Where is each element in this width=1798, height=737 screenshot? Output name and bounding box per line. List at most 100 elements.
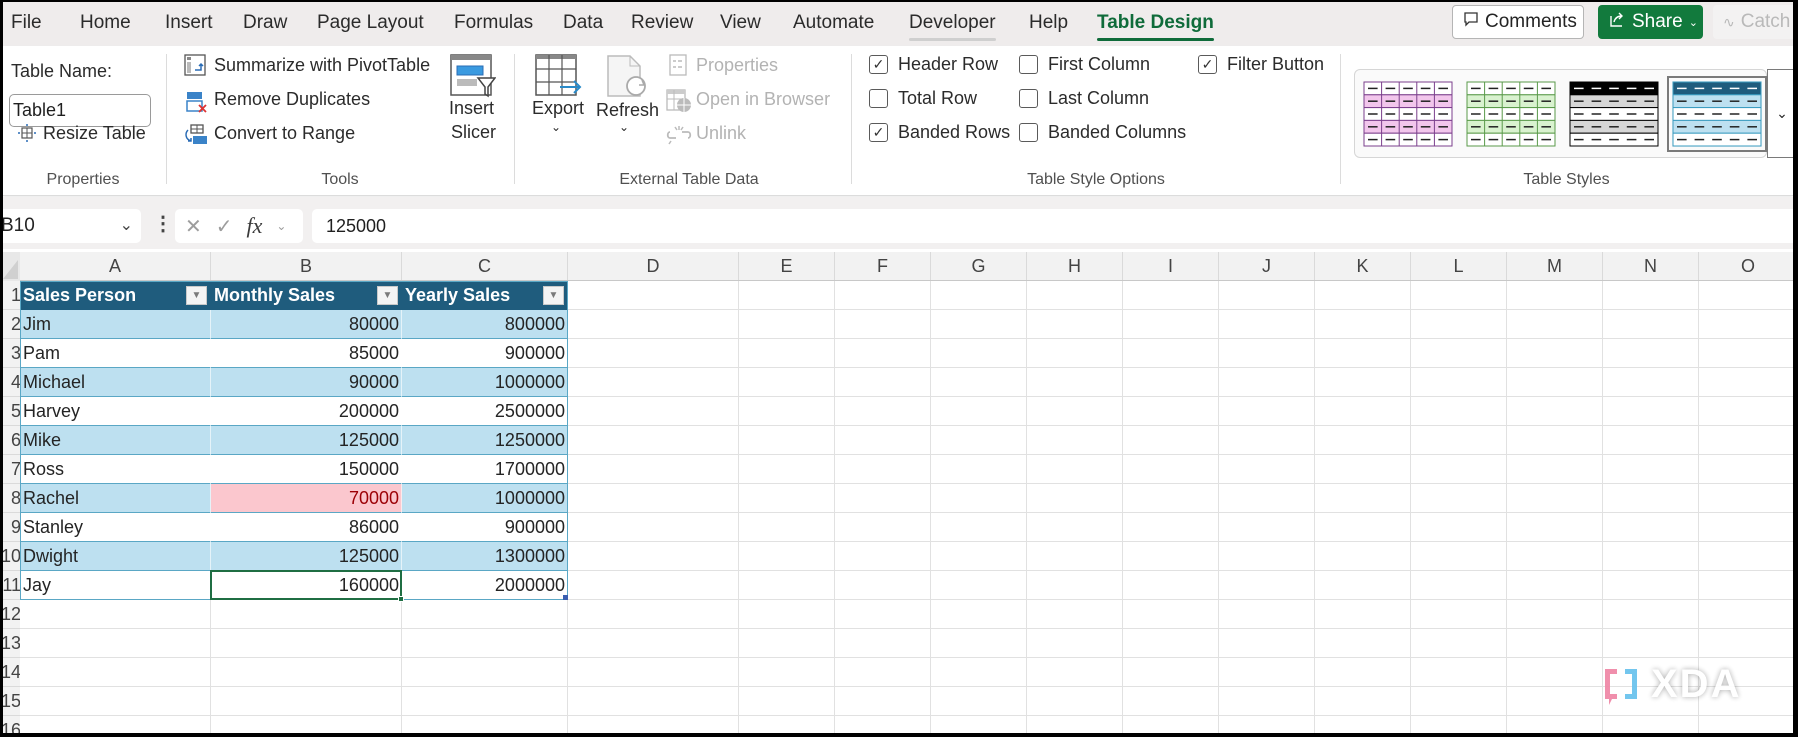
- formula-input[interactable]: 125000: [312, 209, 1793, 243]
- table-cell[interactable]: 900000: [402, 513, 568, 542]
- column-header-n[interactable]: N: [1603, 252, 1699, 280]
- table-style-black[interactable]: [1569, 81, 1659, 147]
- comments-button[interactable]: Comments: [1452, 5, 1584, 39]
- table-cell[interactable]: 1700000: [402, 455, 568, 484]
- total-row-checkbox[interactable]: Total Row: [869, 88, 977, 109]
- tab-draw[interactable]: Draw: [243, 12, 287, 34]
- table-cell[interactable]: 800000: [402, 310, 568, 339]
- table-style-purple[interactable]: [1363, 81, 1453, 147]
- tab-insert[interactable]: Insert: [165, 12, 213, 34]
- tab-review[interactable]: Review: [631, 12, 693, 34]
- filter-dropdown-icon[interactable]: ▼: [186, 286, 207, 305]
- table-cell[interactable]: Ross: [20, 455, 211, 484]
- table-cell[interactable]: 150000: [211, 455, 402, 484]
- chevron-down-icon[interactable]: ⌄: [120, 215, 133, 235]
- column-header-c[interactable]: C: [402, 252, 568, 280]
- tab-home[interactable]: Home: [80, 12, 131, 34]
- column-header-a[interactable]: A: [20, 252, 211, 280]
- table-header-cell[interactable]: Sales Person: [20, 281, 211, 310]
- gallery-more-button[interactable]: ⌄: [1767, 69, 1793, 158]
- table-resize-handle[interactable]: [563, 595, 568, 600]
- table-style-blue-selected[interactable]: [1667, 76, 1767, 152]
- table-cell[interactable]: Mike: [20, 426, 211, 455]
- first-column-checkbox[interactable]: First Column: [1019, 54, 1150, 75]
- table-style-green[interactable]: [1466, 81, 1556, 147]
- select-all-corner[interactable]: [3, 252, 20, 281]
- table-header-cell[interactable]: Monthly Sales: [211, 281, 402, 310]
- tab-developer[interactable]: Developer: [909, 12, 996, 41]
- table-cell[interactable]: 90000: [211, 368, 402, 397]
- column-header-i[interactable]: I: [1123, 252, 1219, 280]
- table-cell[interactable]: Jim: [20, 310, 211, 339]
- table-cell[interactable]: Harvey: [20, 397, 211, 426]
- table-cell[interactable]: 86000: [211, 513, 402, 542]
- spreadsheet-grid[interactable]: ABCDEFGHIJKLMNO Sales Person ▼ Monthly Sal…: [3, 252, 1793, 733]
- tab-formulas[interactable]: Formulas: [454, 12, 533, 34]
- column-header-g[interactable]: G: [931, 252, 1027, 280]
- enter-check-icon[interactable]: ✓: [216, 214, 233, 239]
- tab-help[interactable]: Help: [1029, 12, 1068, 34]
- catch-up-button[interactable]: ∿ Catch: [1713, 5, 1793, 39]
- row-header-15[interactable]: 15: [3, 687, 20, 716]
- header-row-checkbox[interactable]: ✓ Header Row: [869, 54, 998, 75]
- row-header-10[interactable]: 10: [3, 542, 20, 571]
- last-column-checkbox[interactable]: Last Column: [1019, 88, 1149, 109]
- share-button[interactable]: Share ⌄: [1598, 5, 1703, 39]
- table-cell[interactable]: 160000: [211, 571, 402, 600]
- table-cell[interactable]: Pam: [20, 339, 211, 368]
- table-cell[interactable]: 1000000: [402, 484, 568, 513]
- filter-button-checkbox[interactable]: ✓ Filter Button: [1198, 54, 1324, 75]
- row-header-4[interactable]: 4: [3, 368, 20, 397]
- table-cell[interactable]: 1250000: [402, 426, 568, 455]
- row-header-1[interactable]: 1: [3, 281, 20, 310]
- tab-automate[interactable]: Automate: [793, 12, 874, 34]
- cancel-icon[interactable]: ✕: [185, 214, 202, 239]
- table-cell[interactable]: Rachel: [20, 484, 211, 513]
- table-cell[interactable]: Michael: [20, 368, 211, 397]
- table-cell[interactable]: Jay: [20, 571, 211, 600]
- tab-view[interactable]: View: [720, 12, 761, 34]
- table-cell[interactable]: 85000: [211, 339, 402, 368]
- column-header-l[interactable]: L: [1411, 252, 1507, 280]
- tab-table-design[interactable]: Table Design: [1097, 12, 1214, 41]
- filter-dropdown-icon[interactable]: ▼: [377, 286, 398, 305]
- table-cell[interactable]: Stanley: [20, 513, 211, 542]
- table-cell[interactable]: 1000000: [402, 368, 568, 397]
- row-header-2[interactable]: 2: [3, 310, 20, 339]
- column-header-e[interactable]: E: [739, 252, 835, 280]
- column-header-d[interactable]: D: [568, 252, 739, 280]
- table-cell[interactable]: 125000: [211, 426, 402, 455]
- table-cell[interactable]: 2000000: [402, 571, 568, 600]
- row-header-11[interactable]: 11: [3, 571, 20, 600]
- row-header-3[interactable]: 3: [3, 339, 20, 368]
- tab-file[interactable]: File: [11, 12, 42, 34]
- row-header-7[interactable]: 7: [3, 455, 20, 484]
- column-header-j[interactable]: J: [1219, 252, 1315, 280]
- table-cell[interactable]: 1300000: [402, 542, 568, 571]
- table-cell[interactable]: 125000: [211, 542, 402, 571]
- column-header-f[interactable]: F: [835, 252, 931, 280]
- row-header-6[interactable]: 6: [3, 426, 20, 455]
- column-header-m[interactable]: M: [1507, 252, 1603, 280]
- row-header-16[interactable]: 16: [3, 716, 20, 733]
- column-header-k[interactable]: K: [1315, 252, 1411, 280]
- column-header-b[interactable]: B: [211, 252, 402, 280]
- table-cell[interactable]: 80000: [211, 310, 402, 339]
- row-header-9[interactable]: 9: [3, 513, 20, 542]
- table-cell[interactable]: 70000: [211, 484, 402, 513]
- banded-columns-checkbox[interactable]: Banded Columns: [1019, 122, 1186, 143]
- table-cell[interactable]: 2500000: [402, 397, 568, 426]
- row-header-8[interactable]: 8: [3, 484, 20, 513]
- row-header-5[interactable]: 5: [3, 397, 20, 426]
- row-header-14[interactable]: 14: [3, 658, 20, 687]
- row-header-12[interactable]: 12: [3, 600, 20, 629]
- chevron-down-icon[interactable]: ⌄: [276, 219, 286, 233]
- filter-dropdown-icon[interactable]: ▼: [543, 286, 564, 305]
- row-header-13[interactable]: 13: [3, 629, 20, 658]
- table-cell[interactable]: 200000: [211, 397, 402, 426]
- banded-rows-checkbox[interactable]: ✓ Banded Rows: [869, 122, 1010, 143]
- more-options-icon[interactable]: ⋮: [153, 211, 173, 236]
- table-cell[interactable]: Dwight: [20, 542, 211, 571]
- tab-data[interactable]: Data: [563, 12, 603, 34]
- column-header-o[interactable]: O: [1699, 252, 1793, 280]
